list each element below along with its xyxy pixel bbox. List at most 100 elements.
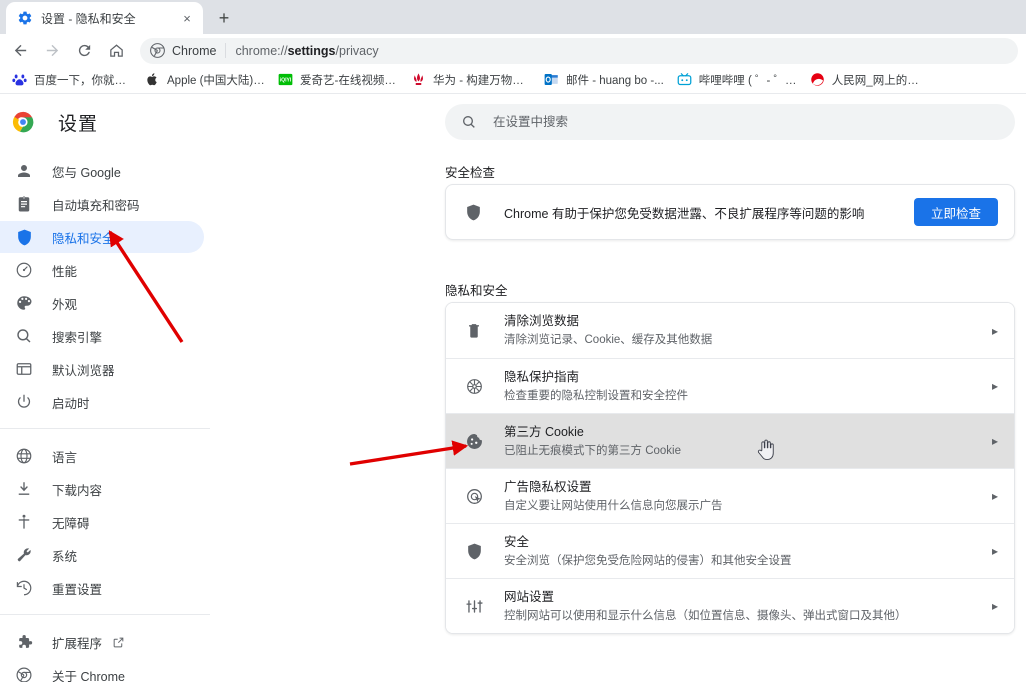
chevron-right-icon[interactable]: ▸ bbox=[982, 434, 998, 448]
browser-window-icon bbox=[14, 359, 34, 379]
tab-settings-privacy[interactable]: 设置 - 隐私和安全 × bbox=[6, 2, 203, 34]
privacy-row-title: 网站设置 bbox=[504, 589, 555, 604]
iqiyi-icon: iQIYI bbox=[278, 72, 294, 88]
settings-page: 设置 您与 Google 自动填充和密码 隐私和安全 性能 外观 搜索引擎 默认浏览器 启动时… bbox=[0, 94, 1026, 682]
privacy-row-subtitle: 已阻止无痕模式下的第三方 Cookie bbox=[504, 444, 681, 457]
sidebar-item-4-1[interactable]: 重置设置 bbox=[0, 572, 204, 604]
search-input[interactable] bbox=[493, 104, 933, 140]
open-in-new-icon[interactable] bbox=[112, 636, 125, 649]
sidebar-item-3-0[interactable]: 性能 bbox=[0, 254, 204, 286]
shield-icon bbox=[14, 227, 34, 247]
omnibox-divider bbox=[225, 43, 227, 58]
bookmark-label: 华为 - 构建万物互... bbox=[433, 75, 531, 87]
search-settings-bar[interactable] bbox=[445, 104, 1015, 140]
apple-icon bbox=[145, 72, 161, 88]
bookmark-item[interactable]: 人民网_网上的人民... bbox=[804, 69, 936, 91]
sidebar-item-label: 隐私和安全 bbox=[52, 231, 115, 246]
sliders-icon bbox=[464, 596, 484, 616]
accessibility-icon bbox=[14, 512, 34, 532]
clipboard-icon bbox=[14, 194, 34, 214]
puzzle-icon bbox=[14, 632, 34, 652]
url-suffix: /privacy bbox=[335, 43, 379, 58]
sidebar-item-5-0[interactable]: 搜索引擎 bbox=[0, 320, 204, 352]
privacy-row-body: 清除浏览数据清除浏览记录、Cookie、缓存及其他数据 bbox=[504, 313, 982, 348]
sidebar-item-1-2[interactable]: 关于 Chrome bbox=[0, 659, 204, 682]
address-bar[interactable]: Chrome chrome://settings/privacy bbox=[140, 37, 1018, 64]
reload-icon[interactable] bbox=[70, 37, 98, 65]
bookmark-item[interactable]: 邮件 - huang bo -... bbox=[538, 69, 670, 91]
sidebar-item-label: 外观 bbox=[52, 297, 78, 312]
settings-gear-icon bbox=[17, 10, 33, 26]
chevron-right-icon[interactable]: ▸ bbox=[982, 544, 998, 558]
bookmark-item[interactable]: 百度一下，你就知道 bbox=[6, 69, 138, 91]
bookmarks-bar: 百度一下，你就知道 Apple (中国大陆) -... iQIYI 爱奇艺-在线视频网… bbox=[0, 67, 1026, 94]
privacy-row-0[interactable]: 清除浏览数据 清除浏览记录、Cookie、缓存及其他数据 ▸ bbox=[446, 303, 1014, 358]
bookmark-item[interactable]: 哔哩哔哩 ( ゜- ゜)つ... bbox=[671, 69, 803, 91]
privacy-row-1[interactable]: 隐私保护指南 检查重要的隐私控制设置和安全控件 ▸ bbox=[446, 358, 1014, 413]
sidebar-item-label: 您与 Google bbox=[52, 165, 121, 180]
people-cn-icon bbox=[810, 72, 826, 88]
privacy-row-5[interactable]: 网站设置 控制网站可以使用和显示什么信息（如位置信息、摄像头、弹出式窗口及其他） ▸ bbox=[446, 578, 1014, 633]
sidebar-item-1-0[interactable]: 自动填充和密码 bbox=[0, 188, 204, 220]
close-icon[interactable]: × bbox=[179, 10, 195, 26]
sidebar-item-1-1[interactable]: 下载内容 bbox=[0, 473, 204, 505]
sidebar-item-0-1[interactable]: 语言 bbox=[0, 440, 204, 472]
privacy-row-body: 广告隐私权设置自定义要让网站使用什么信息向您展示广告 bbox=[504, 479, 982, 514]
tab-strip: 设置 - 隐私和安全 × + bbox=[0, 0, 1026, 34]
sidebar-item-label: 下载内容 bbox=[52, 483, 103, 498]
bookmark-item[interactable]: iQIYI 爱奇艺-在线视频网... bbox=[272, 69, 404, 91]
safety-check-row: Chrome 有助于保护您免受数据泄露、不良扩展程序等问题的影响 立即检查 bbox=[446, 185, 1014, 239]
privacy-row-subtitle: 清除浏览记录、Cookie、缓存及其他数据 bbox=[504, 334, 713, 346]
bilibili-icon bbox=[677, 72, 693, 88]
forward-icon[interactable] bbox=[38, 37, 66, 65]
privacy-row-3[interactable]: 广告隐私权设置 自定义要让网站使用什么信息向您展示广告 ▸ bbox=[446, 468, 1014, 523]
bookmark-item[interactable]: 华为 - 构建万物互... bbox=[405, 69, 537, 91]
chevron-right-icon[interactable]: ▸ bbox=[982, 489, 998, 503]
chevron-right-icon[interactable]: ▸ bbox=[982, 599, 998, 613]
omnibox-url: chrome://settings/privacy bbox=[235, 44, 378, 58]
chevron-right-icon[interactable]: ▸ bbox=[982, 324, 998, 338]
sidebar-item-2-1[interactable]: 无障碍 bbox=[0, 506, 204, 538]
chrome-outline-icon bbox=[14, 665, 34, 682]
home-icon[interactable] bbox=[102, 37, 130, 65]
sidebar-item-label: 关于 Chrome bbox=[52, 669, 125, 682]
run-safety-check-button[interactable]: 立即检查 bbox=[913, 198, 998, 226]
sidebar-item-3-1[interactable]: 系统 bbox=[0, 539, 204, 571]
privacy-row-4[interactable]: 安全 安全浏览（保护您免受危险网站的侵害）和其他安全设置 ▸ bbox=[446, 523, 1014, 578]
privacy-section-title: 隐私和安全 bbox=[445, 284, 508, 298]
settings-brand: 设置 bbox=[0, 94, 210, 150]
bookmark-label: Apple (中国大陆) -... bbox=[167, 75, 265, 87]
privacy-row-body: 隐私保护指南 检查重要的隐私控制设置和安全控件 bbox=[504, 369, 982, 404]
sidebar-item-label: 系统 bbox=[52, 549, 78, 564]
bookmark-item[interactable]: Apple (中国大陆) -... bbox=[139, 69, 271, 91]
back-icon[interactable] bbox=[6, 37, 34, 65]
bookmark-label: 人民网_网上的人民... bbox=[831, 75, 930, 87]
privacy-guide-icon bbox=[464, 376, 484, 396]
sidebar-item-7-0[interactable]: 启动时 bbox=[0, 386, 204, 418]
url-bold: settings bbox=[287, 43, 336, 58]
privacy-row-2[interactable]: 第三方 Cookie 已阻止无痕模式下的第三方 Cookie ▸ bbox=[446, 413, 1014, 468]
new-tab-button[interactable]: + bbox=[210, 4, 238, 32]
sidebar-item-0-2[interactable]: 扩展程序 bbox=[0, 626, 204, 658]
bookmark-label: 爱奇艺-在线视频网... bbox=[300, 75, 398, 87]
privacy-row-title: 广告隐私权设置 bbox=[504, 479, 592, 494]
palette-icon bbox=[14, 293, 34, 313]
power-icon bbox=[14, 392, 34, 412]
sidebar-item-4-0[interactable]: 外观 bbox=[0, 287, 204, 319]
sidebar-group: 语言下载内容无障碍系统重置设置 bbox=[0, 428, 210, 604]
chevron-right-icon[interactable]: ▸ bbox=[982, 379, 998, 393]
huawei-icon bbox=[411, 72, 427, 88]
outlook-icon bbox=[544, 72, 560, 88]
sidebar-item-label: 搜索引擎 bbox=[52, 330, 103, 345]
sidebar-item-label: 无障碍 bbox=[52, 516, 90, 531]
sidebar-item-6-0[interactable]: 默认浏览器 bbox=[0, 353, 204, 385]
sidebar-item-0-0[interactable]: 您与 Google bbox=[0, 155, 204, 187]
sidebar-item-2-0[interactable]: 隐私和安全 bbox=[0, 221, 204, 253]
privacy-row-subtitle: 自定义要让网站使用什么信息向您展示广告 bbox=[504, 499, 723, 512]
privacy-row-title: 隐私保护指南 bbox=[504, 369, 580, 384]
privacy-row-title: 清除浏览数据 bbox=[504, 314, 580, 328]
trash-icon bbox=[464, 321, 484, 341]
sidebar-item-label: 自动填充和密码 bbox=[52, 198, 140, 213]
safety-check-message: Chrome 有助于保护您免受数据泄露、不良扩展程序等问题的影响 bbox=[504, 206, 865, 221]
globe-icon bbox=[14, 446, 34, 466]
